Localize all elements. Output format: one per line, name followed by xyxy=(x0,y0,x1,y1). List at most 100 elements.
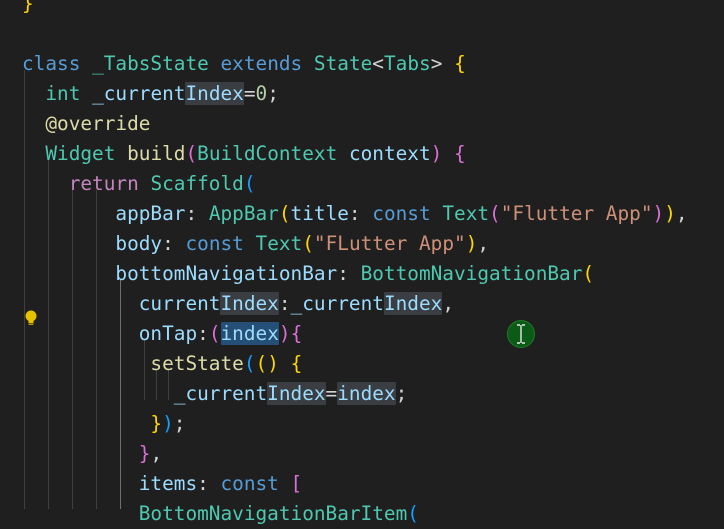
code-token: Text xyxy=(255,232,303,255)
code-token: Scaffold xyxy=(150,172,244,195)
code-token: { xyxy=(290,322,303,345)
code-token: { xyxy=(290,352,303,375)
code-token: } xyxy=(138,442,151,465)
code-token: build xyxy=(127,142,186,165)
code-token: } xyxy=(150,412,163,435)
code-token: index xyxy=(220,322,279,345)
code-line[interactable]: onTap:(index){ xyxy=(22,319,302,349)
code-token: = xyxy=(325,382,338,405)
code-token: Index xyxy=(220,292,279,315)
code-token: } xyxy=(22,0,34,15)
code-token: { xyxy=(454,52,466,75)
code-token: : xyxy=(162,232,186,255)
code-line[interactable]: } xyxy=(22,0,34,19)
code-token: : xyxy=(197,322,209,345)
code-token: = xyxy=(243,82,256,105)
code-line[interactable]: _currentIndex=index; xyxy=(22,379,407,409)
lightbulb-icon[interactable] xyxy=(24,309,38,327)
code-token: : xyxy=(278,292,291,315)
code-token: BuildContext xyxy=(197,142,338,165)
code-line[interactable]: BottomNavigationBarItem( xyxy=(22,499,419,529)
code-line[interactable]: }); xyxy=(22,409,185,439)
code-token: : xyxy=(197,472,221,495)
code-line[interactable]: appBar: AppBar(title: const Text("Flutte… xyxy=(22,199,688,229)
code-token: ( xyxy=(582,262,595,285)
code-token: ) xyxy=(652,202,665,225)
code-token: AppBar xyxy=(208,202,279,225)
code-token: ( xyxy=(489,202,501,225)
code-token: ) xyxy=(278,322,291,345)
code-token: , xyxy=(477,232,490,255)
code-token: appBar xyxy=(115,202,186,225)
code-token: < xyxy=(372,52,384,75)
code-editor[interactable]: } class _TabsState extends State<Tabs> { … xyxy=(0,0,724,525)
code-token: ( xyxy=(243,352,256,375)
code-token: : xyxy=(348,202,373,225)
code-line[interactable]: Widget build(BuildContext context) { xyxy=(22,139,466,169)
code-token: _current xyxy=(92,82,186,105)
code-token: int xyxy=(45,82,81,105)
code-line[interactable]: }, xyxy=(22,439,162,469)
code-token: ) xyxy=(430,142,443,165)
code-token: , xyxy=(675,202,688,225)
code-token: class xyxy=(22,52,81,75)
code-token: BottomNavigationBarItem xyxy=(138,502,408,525)
code-token: bottomNavigationBar xyxy=(115,262,338,285)
code-line[interactable]: bottomNavigationBar: BottomNavigationBar… xyxy=(22,259,594,289)
code-token: _current xyxy=(290,292,384,315)
code-line[interactable]: @override xyxy=(22,109,150,139)
code-token: : xyxy=(185,202,209,225)
code-token: 0 xyxy=(255,82,268,105)
code-line[interactable]: setState(() { xyxy=(22,349,302,379)
code-line[interactable]: int _currentIndex=0; xyxy=(22,79,279,109)
code-token: @override xyxy=(45,112,151,135)
code-token: ( xyxy=(278,202,291,225)
code-line[interactable]: return Scaffold( xyxy=(22,169,256,199)
code-token: index xyxy=(337,382,396,405)
code-token: const xyxy=(185,232,244,255)
code-token: State xyxy=(313,52,373,75)
code-token: { xyxy=(454,142,466,165)
code-line[interactable]: currentIndex:_currentIndex, xyxy=(22,289,454,319)
code-token: ( xyxy=(208,322,221,345)
code-line[interactable]: class _TabsState extends State<Tabs> { xyxy=(22,49,466,79)
code-line[interactable]: items: const [ xyxy=(22,469,302,499)
code-token: , xyxy=(150,442,163,465)
code-token: , xyxy=(442,292,455,315)
code-token: body xyxy=(115,232,163,255)
code-token: onTap xyxy=(138,322,198,345)
code-token: > xyxy=(430,52,443,75)
code-token: context xyxy=(348,142,431,165)
code-token: Index xyxy=(185,82,244,105)
code-token: _TabsState xyxy=(92,52,209,75)
code-token: : xyxy=(337,262,361,285)
code-token: ( xyxy=(302,232,314,255)
code-line[interactable]: body: const Text("FLutter App"), xyxy=(22,229,489,259)
code-token: const xyxy=(372,202,431,225)
code-token: Index xyxy=(267,382,326,405)
code-token: _current xyxy=(173,382,268,405)
code-token: const xyxy=(220,472,279,495)
code-token: title xyxy=(290,202,349,225)
